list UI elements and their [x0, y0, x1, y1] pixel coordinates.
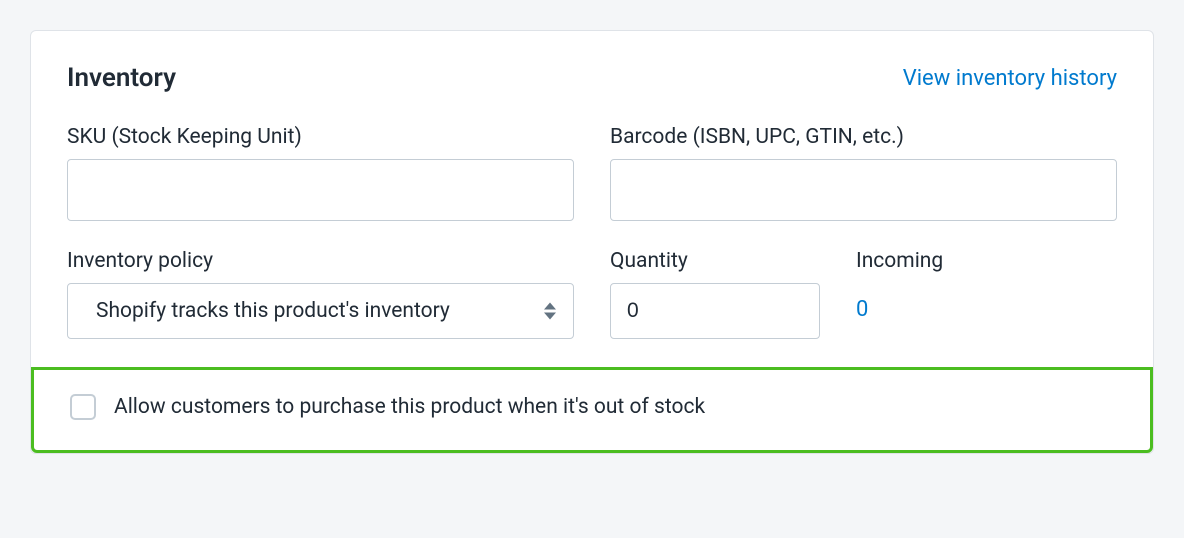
incoming-label: Incoming — [856, 249, 1056, 273]
incoming-link[interactable]: 0 — [856, 283, 1056, 322]
row-policy-qty-incoming: Inventory policy Shopify tracks this pro… — [67, 249, 1117, 339]
inventory-policy-select-wrapper: Shopify tracks this product's inventory — [67, 283, 574, 339]
inventory-policy-field: Inventory policy Shopify tracks this pro… — [67, 249, 574, 339]
allow-oversell-row: Allow customers to purchase this product… — [70, 394, 1114, 420]
quantity-field: Quantity — [610, 249, 820, 339]
allow-oversell-label[interactable]: Allow customers to purchase this product… — [114, 395, 705, 419]
sku-field: SKU (Stock Keeping Unit) — [67, 125, 574, 221]
allow-oversell-checkbox[interactable] — [70, 394, 96, 420]
sku-label: SKU (Stock Keeping Unit) — [67, 125, 574, 149]
card-header: Inventory View inventory history — [67, 63, 1117, 93]
quantity-input[interactable] — [610, 283, 820, 339]
inventory-card: Inventory View inventory history SKU (St… — [30, 30, 1154, 454]
card-title: Inventory — [67, 63, 176, 93]
quantity-label: Quantity — [610, 249, 820, 273]
barcode-input[interactable] — [610, 159, 1117, 221]
barcode-label: Barcode (ISBN, UPC, GTIN, etc.) — [610, 125, 1117, 149]
incoming-field: Incoming 0 — [856, 249, 1056, 339]
barcode-field: Barcode (ISBN, UPC, GTIN, etc.) — [610, 125, 1117, 221]
inventory-policy-select[interactable]: Shopify tracks this product's inventory — [67, 283, 574, 339]
sku-input[interactable] — [67, 159, 574, 221]
inventory-policy-label: Inventory policy — [67, 249, 574, 273]
view-inventory-history-link[interactable]: View inventory history — [903, 66, 1117, 91]
allow-oversell-highlight: Allow customers to purchase this product… — [31, 367, 1153, 453]
row-sku-barcode: SKU (Stock Keeping Unit) Barcode (ISBN, … — [67, 125, 1117, 221]
